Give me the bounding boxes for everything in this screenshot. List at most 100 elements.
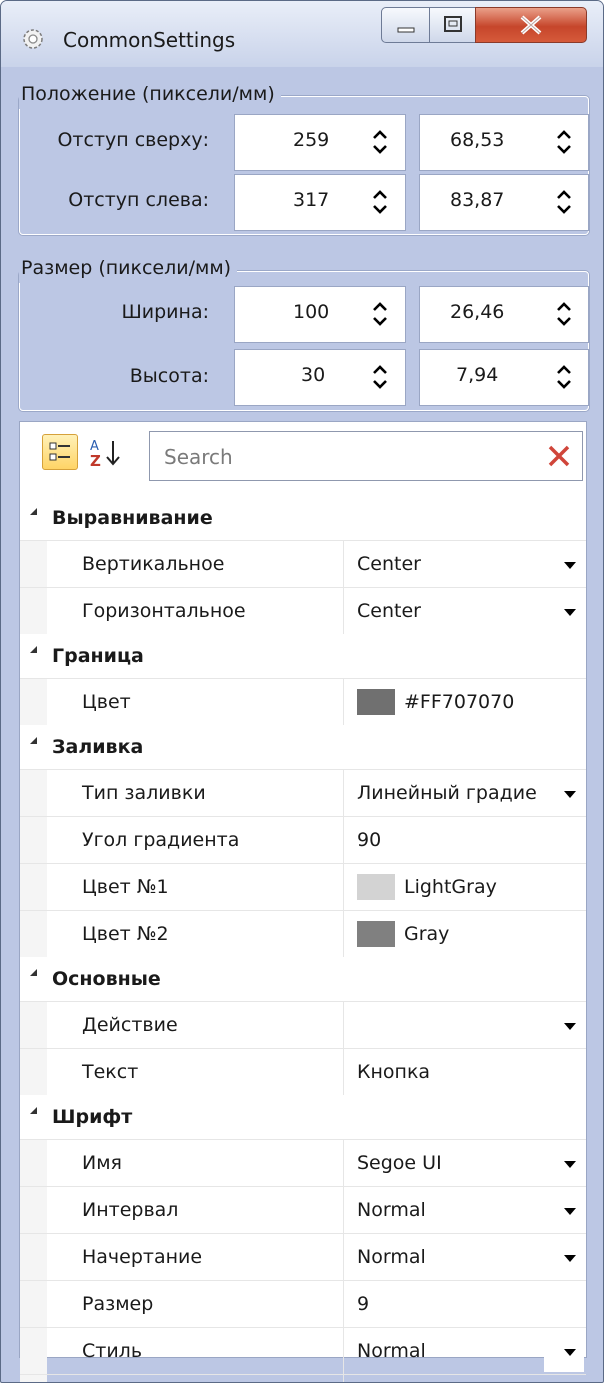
row-gutter <box>20 1002 47 1048</box>
property-row[interactable]: Горизонтальное Center <box>20 587 586 634</box>
property-value[interactable]: Gray <box>404 923 449 945</box>
property-row[interactable]: Вертикальное Center <box>20 540 586 587</box>
window-title: CommonSettings <box>63 28 236 52</box>
column-divider[interactable] <box>343 1187 344 1233</box>
left-offset-px-field[interactable]: 317 <box>234 174 406 231</box>
column-divider[interactable] <box>343 770 344 816</box>
column-divider[interactable] <box>343 1140 344 1186</box>
property-value[interactable]: Segoe UI <box>357 1152 442 1174</box>
color-swatch[interactable] <box>357 921 395 947</box>
left-offset-mm-value: 83,87 <box>450 189 505 211</box>
property-row[interactable]: Начертание Normal <box>20 1233 586 1280</box>
property-value[interactable]: #FF707070 <box>404 691 514 713</box>
property-value[interactable]: Кнопка <box>357 1061 430 1083</box>
dropdown-arrow-icon <box>564 1255 576 1262</box>
column-divider[interactable] <box>343 1328 344 1374</box>
spinner-icon[interactable] <box>553 127 575 157</box>
property-row[interactable]: Тип заливки Линейный градие <box>20 769 586 816</box>
property-value[interactable]: Normal <box>357 1199 426 1221</box>
column-divider[interactable] <box>343 1375 344 1382</box>
column-divider[interactable] <box>343 588 344 634</box>
property-row[interactable]: Угол градиента 90 <box>20 816 586 863</box>
height-px-value: 30 <box>301 364 326 386</box>
dropdown-button[interactable] <box>544 1004 584 1046</box>
spinner-icon[interactable] <box>369 127 391 157</box>
column-divider[interactable] <box>343 864 344 910</box>
property-value[interactable]: 90 <box>357 829 381 851</box>
spinner-icon[interactable] <box>369 299 391 329</box>
dropdown-button[interactable] <box>544 543 584 585</box>
category-row[interactable]: Заливка <box>20 725 586 769</box>
left-offset-mm-field[interactable]: 83,87 <box>419 174 589 231</box>
width-px-field[interactable]: 100 <box>234 286 406 343</box>
property-value[interactable]: Normal <box>357 1246 426 1268</box>
sort-alphabetical-button[interactable]: A Z <box>88 436 124 470</box>
dropdown-button[interactable] <box>544 590 584 632</box>
dropdown-button[interactable] <box>544 1236 584 1278</box>
size-group-title: Размер (пиксели/мм) <box>19 257 238 283</box>
property-row[interactable]: ЦветBlack <box>20 1374 586 1382</box>
property-row[interactable]: Имя Segoe UI <box>20 1139 586 1186</box>
height-px-field[interactable]: 30 <box>234 349 406 406</box>
category-row[interactable]: Основные <box>20 957 586 1001</box>
column-divider[interactable] <box>343 1049 344 1095</box>
maximize-button[interactable] <box>429 7 477 43</box>
property-row[interactable]: Цвет #FF707070 <box>20 678 586 725</box>
property-value[interactable]: Center <box>357 600 421 622</box>
common-settings-window: CommonSettings Положение (пиксели/мм) От… <box>0 0 604 1383</box>
column-divider[interactable] <box>343 679 344 725</box>
column-divider[interactable] <box>343 1002 344 1048</box>
category-row[interactable]: Граница <box>20 634 586 678</box>
spinner-icon[interactable] <box>553 362 575 392</box>
title-bar[interactable]: CommonSettings <box>1 1 603 67</box>
property-row[interactable]: Цвет №2 Gray <box>20 910 586 957</box>
collapse-triangle-icon[interactable] <box>30 1107 37 1114</box>
column-divider[interactable] <box>343 541 344 587</box>
spinner-icon[interactable] <box>553 187 575 217</box>
minimize-button[interactable] <box>381 7 431 43</box>
property-value[interactable]: Линейный градие <box>357 782 537 804</box>
height-mm-field[interactable]: 7,94 <box>419 349 589 406</box>
dropdown-button[interactable] <box>544 772 584 814</box>
categorized-view-button[interactable] <box>42 434 78 470</box>
search-box[interactable]: Search <box>149 431 583 481</box>
collapse-triangle-icon[interactable] <box>30 508 37 515</box>
property-name: Цвет №2 <box>82 923 169 945</box>
column-divider[interactable] <box>343 1281 344 1327</box>
close-window-button[interactable] <box>475 7 587 43</box>
property-row[interactable]: Размер 9 <box>20 1280 586 1327</box>
column-divider[interactable] <box>343 817 344 863</box>
category-row[interactable]: Шрифт <box>20 1095 586 1139</box>
color-swatch[interactable] <box>357 689 395 715</box>
dropdown-button[interactable] <box>544 1189 584 1231</box>
width-mm-field[interactable]: 26,46 <box>419 286 589 343</box>
spinner-icon[interactable] <box>369 187 391 217</box>
property-name: Действие <box>82 1014 178 1036</box>
search-input[interactable]: Search <box>164 445 233 469</box>
property-row[interactable]: Стиль Normal <box>20 1327 586 1374</box>
property-value[interactable]: Center <box>357 553 421 575</box>
property-value[interactable]: 9 <box>357 1293 369 1315</box>
spinner-icon[interactable] <box>369 362 391 392</box>
property-row[interactable]: Действие <box>20 1001 586 1048</box>
collapse-triangle-icon[interactable] <box>30 737 37 744</box>
color-swatch[interactable] <box>357 874 395 900</box>
top-offset-px-field[interactable]: 259 <box>234 114 406 171</box>
collapse-triangle-icon[interactable] <box>30 646 37 653</box>
spinner-icon[interactable] <box>553 299 575 329</box>
category-row[interactable]: Выравнивание <box>20 496 586 540</box>
collapse-triangle-icon[interactable] <box>30 969 37 976</box>
top-offset-mm-field[interactable]: 68,53 <box>419 114 589 171</box>
property-row[interactable]: Цвет №1 LightGray <box>20 863 586 910</box>
property-value[interactable]: Normal <box>357 1340 426 1362</box>
property-value[interactable]: LightGray <box>404 876 497 898</box>
property-row[interactable]: Текст Кнопка <box>20 1048 586 1095</box>
clear-search-icon[interactable] <box>546 443 572 469</box>
dropdown-button[interactable] <box>544 1142 584 1184</box>
column-divider[interactable] <box>343 911 344 957</box>
property-name: Размер <box>82 1293 154 1315</box>
column-divider[interactable] <box>343 1234 344 1280</box>
dropdown-button[interactable] <box>544 1330 584 1372</box>
property-row[interactable]: Интервал Normal <box>20 1186 586 1233</box>
dropdown-arrow-icon <box>564 609 576 616</box>
